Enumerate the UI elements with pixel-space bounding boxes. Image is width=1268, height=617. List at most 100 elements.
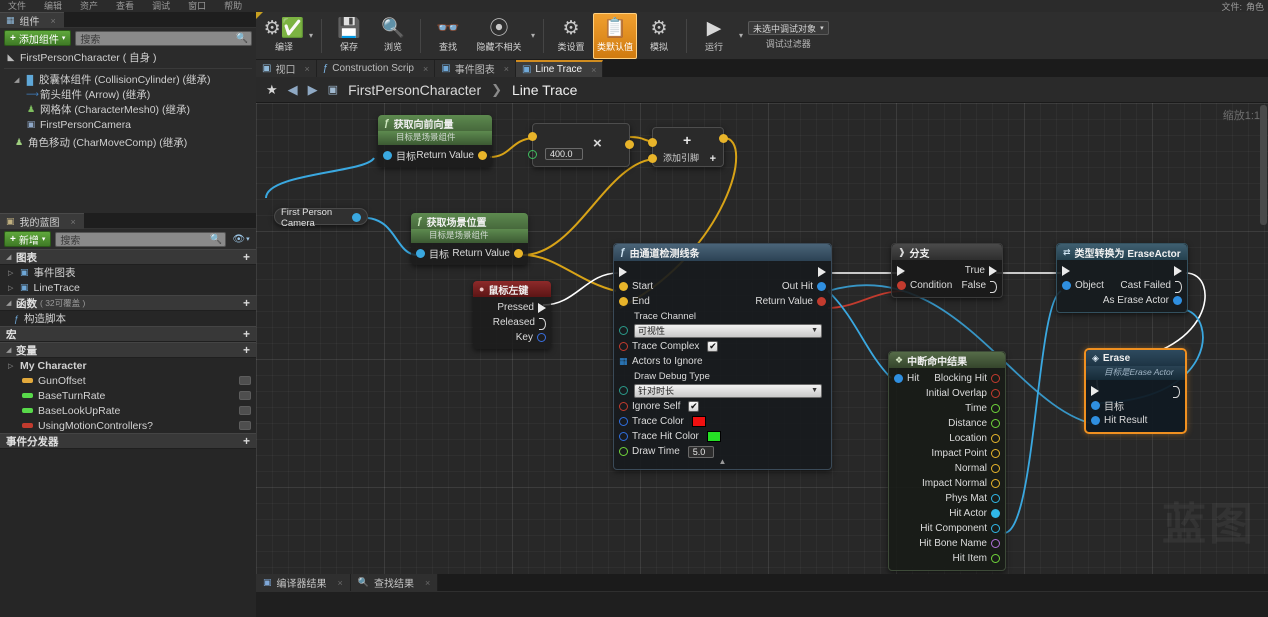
output-time-group[interactable]: Time	[965, 403, 1000, 414]
trace-complex-checkbox[interactable]: ✔	[707, 341, 719, 352]
close-icon[interactable]: ×	[338, 578, 343, 588]
output-pin-return-value[interactable]	[514, 249, 523, 258]
output-pin-hit-actor[interactable]	[991, 509, 1000, 518]
output-location-group[interactable]: Location	[949, 433, 1000, 444]
node-output-pressed[interactable]: Pressed	[473, 300, 551, 315]
menu-item-file[interactable]: 文件	[8, 0, 26, 12]
chevron-down-icon[interactable]: ▾	[736, 31, 746, 40]
input-exec-group[interactable]	[897, 265, 905, 276]
input-exec-group[interactable]	[619, 266, 627, 277]
node-output-key[interactable]: Key	[473, 330, 551, 345]
output-exec-group[interactable]	[818, 266, 826, 277]
add-function-button[interactable]: +	[243, 296, 250, 310]
back-arrow-icon[interactable]: ◀	[288, 82, 298, 98]
input-pin-trace-complex[interactable]	[619, 342, 628, 351]
close-icon[interactable]: ×	[51, 16, 56, 26]
add-variable-button[interactable]: +	[243, 343, 250, 357]
section-graphs[interactable]: ◢ 图表 +	[0, 249, 256, 265]
toolbar-button-save[interactable]: 💾 保存	[327, 13, 371, 59]
output-pin-return-value[interactable]	[817, 297, 826, 306]
add-event-dispatcher-button[interactable]: +	[243, 434, 250, 448]
variable-row-usingmotioncontrollers[interactable]: UsingMotionControllers?	[0, 418, 256, 433]
close-icon[interactable]: ×	[304, 64, 309, 74]
trace-channel-dropdown[interactable]: 可视性 ▼	[634, 323, 822, 338]
output-hit-bone-name-group[interactable]: Hit Bone Name	[919, 538, 1000, 549]
toolbar-button-simulate[interactable]: ⚙ 模拟	[637, 13, 681, 59]
node-output-return-value[interactable]: Return Value	[452, 248, 523, 259]
section-event-dispatchers[interactable]: 事件分发器 +	[0, 433, 256, 449]
input-target-group[interactable]: 目标	[1091, 398, 1124, 413]
component-row-char-movement[interactable]: ♟ 角色移动 (CharMoveComp) (继承)	[0, 132, 256, 149]
input-condition-group[interactable]: Condition	[897, 280, 952, 291]
output-exec-pin-released[interactable]	[539, 317, 546, 330]
input-pin-object[interactable]	[1062, 281, 1071, 290]
input-pin-hit[interactable]	[894, 374, 903, 383]
output-phys-mat-group[interactable]: Phys Mat	[945, 493, 1000, 504]
section-functions[interactable]: ◢ 函数 ( 32可覆盖 ) +	[0, 295, 256, 311]
toolbar-button-browse[interactable]: 🔍 浏览	[371, 13, 415, 59]
chevron-down-icon[interactable]: ◢	[6, 346, 13, 354]
component-root-row[interactable]: ◣ FirstPersonCharacter ( 自身 )	[0, 50, 256, 65]
output-pin-phys-mat[interactable]	[991, 494, 1000, 503]
output-exec-group[interactable]	[1174, 265, 1182, 276]
section-variables[interactable]: ◢ 变量 +	[0, 342, 256, 358]
output-pin-time[interactable]	[991, 404, 1000, 413]
output-exec-group[interactable]	[1173, 385, 1180, 398]
input-pin-trace-color[interactable]	[619, 417, 628, 426]
debug-object-dropdown[interactable]: 未选中调试对象 ▾	[748, 21, 829, 35]
node-output-return-value[interactable]: Return Value	[416, 150, 487, 161]
output-as-erase-actor-group[interactable]: As Erase Actor	[1103, 295, 1182, 306]
variable-category-my-character[interactable]: ▷ My Character	[0, 358, 256, 373]
chevron-right-icon[interactable]: ▷	[8, 362, 15, 370]
output-impact-normal-group[interactable]: Impact Normal	[922, 478, 1000, 489]
tab-event-graph[interactable]: ▣ 事件图表 ×	[435, 60, 516, 77]
variable-visibility-toggle[interactable]	[239, 406, 251, 415]
output-pin-as-erase-actor[interactable]	[1173, 296, 1182, 305]
output-pin-initial-overlap[interactable]	[991, 389, 1000, 398]
components-search-input[interactable]: 搜索 🔍	[75, 30, 252, 46]
ignore-self-checkbox[interactable]: ✔	[688, 401, 700, 412]
node-add[interactable]: + 添加引脚 +	[648, 127, 728, 167]
trace-hit-color-group[interactable]: Trace Hit Color	[619, 431, 721, 442]
output-exec-pin-pressed[interactable]	[538, 302, 546, 313]
output-blocking-hit-group[interactable]: Blocking Hit	[934, 373, 1000, 384]
input-pin-trace-channel[interactable]	[619, 326, 628, 335]
node-line-trace-by-channel[interactable]: ƒ 由通道检测线条 Start Out Hit End Return Value…	[613, 243, 832, 470]
output-pin-normal[interactable]	[991, 464, 1000, 473]
menu-item-view[interactable]: 查看	[116, 0, 134, 12]
output-distance-group[interactable]: Distance	[948, 418, 1000, 429]
output-exec-pin-false[interactable]	[990, 280, 997, 293]
tab-construction-script[interactable]: ƒ Construction Scrip ×	[316, 60, 436, 77]
draw-time-group[interactable]: Draw Time 5.0	[619, 445, 714, 458]
input-start-group[interactable]: Start	[619, 281, 653, 292]
function-item-construction-script[interactable]: ƒ 构造脚本	[0, 311, 256, 326]
variable-row-baseturnrate[interactable]: BaseTurnRate	[0, 388, 256, 403]
input-pin-target[interactable]	[383, 151, 392, 160]
add-component-button[interactable]: + 添加组件 ▾	[4, 30, 72, 46]
input-exec-group[interactable]	[1062, 265, 1070, 276]
visibility-toggle-button[interactable]: 👁 ▾	[230, 234, 252, 245]
menu-item-asset[interactable]: 资产	[80, 0, 98, 12]
actors-to-ignore-group[interactable]: ▦ Actors to Ignore	[619, 356, 703, 367]
add-pin-button[interactable]: +	[710, 153, 716, 165]
input-pin-ignore-self[interactable]	[619, 402, 628, 411]
output-initial-overlap-group[interactable]: Initial Overlap	[926, 388, 1000, 399]
toolbar-button-compile[interactable]: ⚙✅ 编译	[262, 13, 306, 59]
draw-time-field[interactable]: 5.0	[687, 445, 714, 458]
favorite-star-icon[interactable]: ★	[266, 82, 278, 98]
input-end-group[interactable]: End	[619, 296, 650, 307]
chevron-down-icon[interactable]: ▾	[528, 31, 538, 40]
node-output-released[interactable]: Released	[473, 315, 551, 330]
menu-item-window[interactable]: 窗口	[188, 0, 206, 12]
output-exec-pin[interactable]	[1173, 385, 1180, 398]
variable-visibility-toggle[interactable]	[239, 391, 251, 400]
output-pin-impact-normal[interactable]	[991, 479, 1000, 488]
input-pin-b[interactable]	[648, 154, 657, 163]
output-pin-hit-bone-name[interactable]	[991, 539, 1000, 548]
output-cast-failed-group[interactable]: Cast Failed	[1120, 280, 1182, 293]
chevron-down-icon[interactable]: ▾	[306, 31, 316, 40]
close-icon[interactable]: ×	[71, 217, 76, 227]
node-get-forward-vector[interactable]: ƒ 获取向前向量 目标是场景组件 目标 Return Value	[378, 115, 492, 167]
section-macros[interactable]: 宏 +	[0, 326, 256, 342]
output-pin-blocking-hit[interactable]	[991, 374, 1000, 383]
